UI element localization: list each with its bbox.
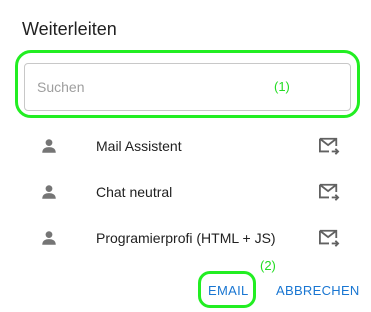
search-field[interactable]	[24, 63, 351, 111]
person-icon	[42, 231, 56, 245]
contact-item-programierprofi[interactable]: Programierprofi (HTML + JS)	[24, 219, 351, 259]
search-input[interactable]	[37, 76, 257, 98]
contact-item-mail-assistent[interactable]: Mail Assistent	[24, 127, 351, 167]
cancel-button[interactable]: ABBRECHEN	[276, 283, 360, 299]
annotation-label-2: (2)	[260, 258, 276, 273]
email-button[interactable]: EMAIL	[208, 283, 249, 299]
contact-item-chat-neutral[interactable]: Chat neutral	[24, 173, 351, 213]
person-icon	[42, 139, 56, 153]
contact-name: Mail Assistent	[96, 138, 182, 154]
contact-name: Programierprofi (HTML + JS)	[96, 230, 276, 246]
dialog-title: Weiterleiten	[22, 19, 117, 39]
forward-email-icon[interactable]	[318, 136, 340, 156]
forward-dialog: Weiterleiten (1) Mail Assistent Chat neu…	[0, 0, 371, 312]
forward-email-icon[interactable]	[318, 182, 340, 202]
contact-name: Chat neutral	[96, 184, 173, 200]
person-icon	[42, 185, 56, 199]
forward-email-icon[interactable]	[318, 228, 340, 248]
annotation-label-1: (1)	[274, 79, 290, 94]
